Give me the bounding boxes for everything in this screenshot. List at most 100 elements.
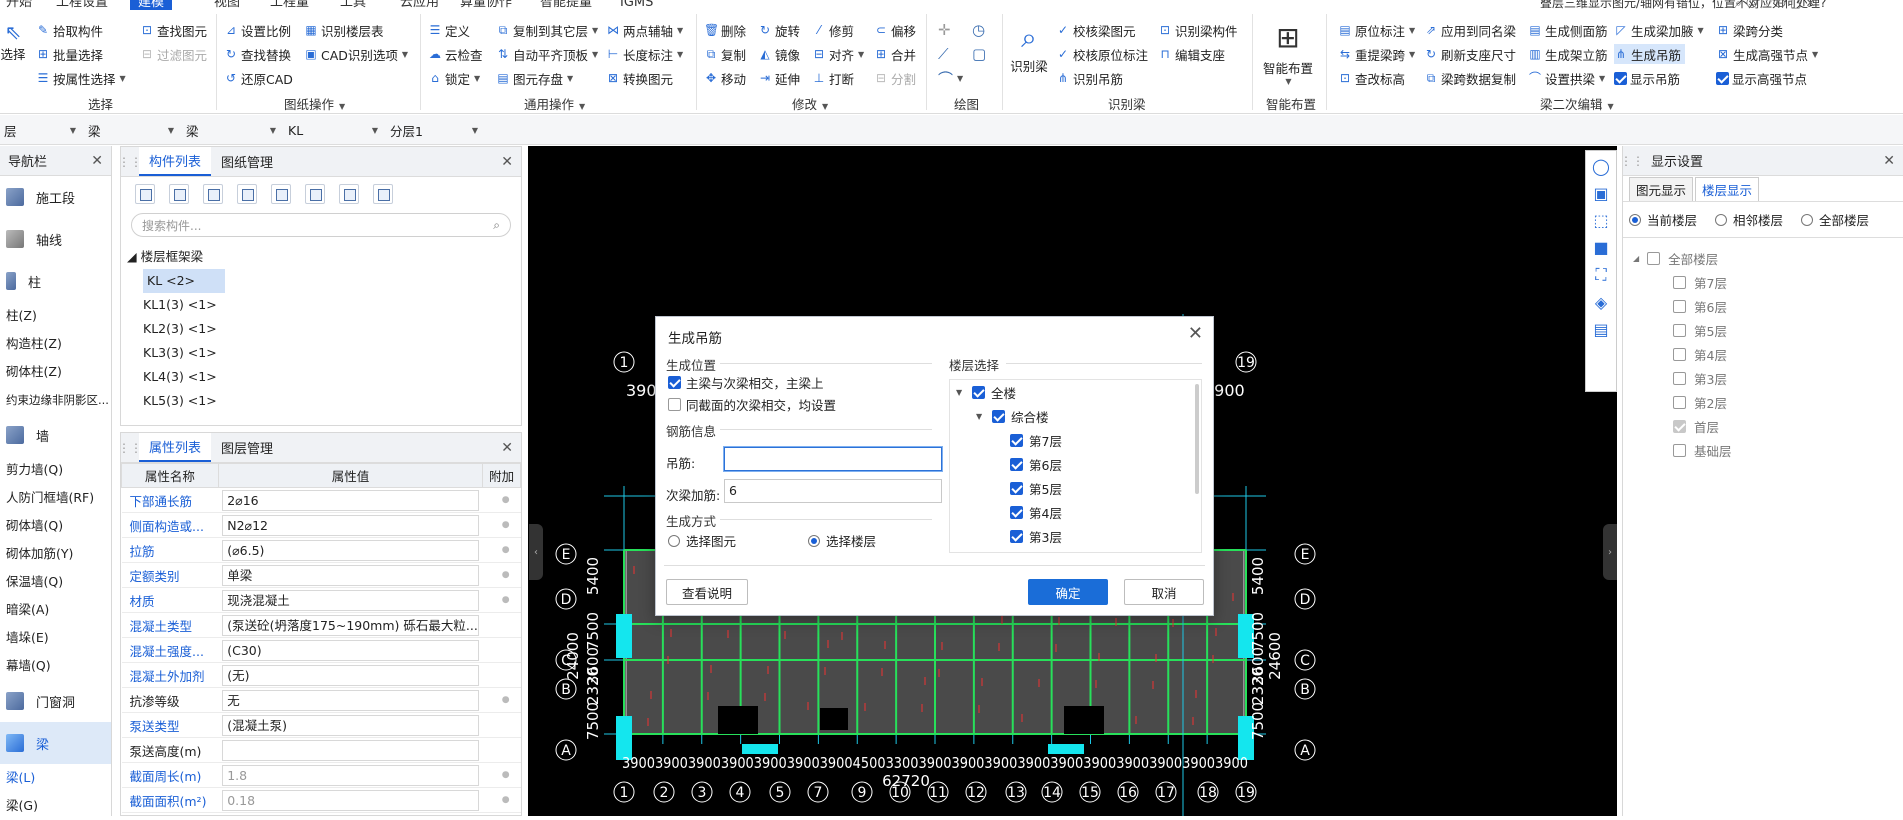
span-data-copy-button[interactable]: ⧉ 梁跨数据复制 — [1424, 68, 1516, 88]
fit-view-icon[interactable]: ⛶ — [1595, 265, 1606, 285]
define-button[interactable]: ☰ 定义 — [428, 20, 470, 40]
menu-project-settings[interactable]: 工程设置 — [56, 0, 108, 10]
floor-checkbox[interactable] — [1673, 347, 1686, 361]
menu-quantity[interactable]: 工程量 — [270, 0, 309, 10]
floor-checkbox[interactable] — [1673, 275, 1686, 289]
opt1-checkbox[interactable] — [668, 376, 681, 389]
nav-cat-wall[interactable]: 墙 — [0, 414, 111, 456]
floor-checkbox[interactable] — [1673, 371, 1686, 385]
length-mark-button[interactable]: ⊢ 长度标注 ▼ — [606, 44, 683, 64]
recognize-beam-comp-button[interactable]: ⊡ 识别梁构件 — [1158, 20, 1238, 40]
property-row[interactable]: 抗渗等级无 ● — [121, 687, 521, 713]
set-ratio-button[interactable]: ⊿ 设置比例 — [224, 20, 291, 40]
tree-item[interactable]: KL3(3) <1> — [121, 341, 521, 365]
list-icon[interactable] — [339, 184, 359, 204]
extend-button[interactable]: ⇥ 延伸 — [758, 68, 800, 88]
new-component-icon[interactable] — [135, 184, 155, 204]
edit-support-button[interactable]: ⊓ 编辑支座 — [1158, 44, 1225, 64]
check-orig-button[interactable]: ✓ 校核原位标注 — [1056, 44, 1148, 64]
break-button[interactable]: ⊥ 打断 — [812, 68, 854, 88]
side-rebar-button[interactable]: ▤ 生成侧面筋 — [1528, 20, 1607, 40]
tree-item[interactable]: KL1(3) <1> — [121, 293, 521, 317]
ftree-row[interactable]: 第5层 — [950, 476, 1201, 500]
floor-item[interactable]: 第4层 — [1633, 342, 1903, 366]
tab-element-display[interactable]: 图元显示 — [1629, 177, 1694, 201]
opt-same-section[interactable]: 同截面的次梁相交，均设置 — [668, 395, 836, 414]
tab-floor-display[interactable]: 楼层显示 — [1695, 177, 1760, 201]
tab-drawing-manage[interactable]: 图纸管理 — [211, 147, 283, 176]
floor-checkbox[interactable] — [1673, 395, 1686, 409]
grip-icon[interactable]: ⋮⋮ — [118, 147, 142, 176]
floor-checkbox[interactable] — [1673, 323, 1686, 337]
gen-stirrup-button[interactable]: ▥ 生成架立筋 — [1528, 44, 1607, 64]
collapse-left-handle[interactable]: ‹ — [529, 524, 543, 580]
move-button[interactable]: ✥ 移动 — [704, 68, 746, 88]
property-value[interactable]: (无) — [222, 664, 479, 686]
check-beam-button[interactable]: ✓ 校核梁图元 — [1056, 20, 1136, 40]
type2-select[interactable]: 梁 ▼ — [182, 119, 280, 141]
align-button[interactable]: ⊟ 对齐 ▼ — [812, 44, 864, 64]
collapse-right-handle[interactable]: › — [1603, 524, 1617, 580]
property-value[interactable]: (C30) — [222, 639, 479, 661]
property-row[interactable]: 混凝土类型 (泵送砼(坍落度175~190mm) 砾石最大粒... — [121, 612, 521, 638]
property-value[interactable]: 0.18 — [222, 789, 479, 811]
show-hanger-checkbox[interactable] — [1614, 71, 1627, 85]
extra-rebar-input[interactable]: 6 — [724, 479, 942, 503]
show-high-node-toggle[interactable]: 显示高强节点 — [1716, 68, 1807, 88]
apply-same-button[interactable]: ⇗ 应用到同名梁 — [1424, 20, 1516, 40]
nav-item[interactable]: 暗梁(A) — [0, 596, 111, 624]
floor-item[interactable]: 第3层 — [1633, 366, 1903, 390]
property-row[interactable]: 泵送高度(m) — [121, 737, 521, 763]
floor-checkbox[interactable] — [1647, 251, 1661, 265]
nav-item[interactable]: 约束边缘非阴影区... — [0, 386, 111, 414]
cloud-check-button[interactable]: ☁ 云检查 — [428, 44, 483, 64]
nav-cat-column[interactable]: 柱 — [0, 260, 111, 302]
span-class-button[interactable]: ⊞ 梁跨分类 — [1716, 20, 1783, 40]
element-save-button[interactable]: ▤ 图元存盘 ▼ — [496, 68, 573, 88]
recognize-hanger-button[interactable]: ⋔ 识别吊筋 — [1056, 68, 1123, 88]
recognize-beam-big-button[interactable]: ⌕ 识别梁 — [1008, 20, 1050, 75]
ok-button[interactable]: 确定 — [1028, 579, 1108, 605]
copy-to-floor-button[interactable]: ⧉ 复制到其它层 ▼ — [496, 20, 598, 40]
close-icon[interactable]: ✕ — [501, 154, 513, 170]
ftree-row[interactable]: ▼ 全楼 — [950, 380, 1201, 404]
find-element-button[interactable]: ⊡ 查找图元 — [140, 20, 207, 40]
radio-all-floors[interactable]: 全部楼层 — [1801, 210, 1869, 229]
menu-cloud[interactable]: 云应用 — [400, 0, 439, 10]
floor-checkbox[interactable] — [1673, 299, 1686, 313]
floor-checkbox[interactable] — [1673, 443, 1686, 457]
copy-component-icon[interactable] — [169, 184, 189, 204]
property-value[interactable]: 1.8 — [222, 764, 479, 786]
restore-cad-button[interactable]: ↺ 还原CAD — [224, 68, 293, 88]
menu-modeling[interactable]: 建模 — [130, 0, 173, 10]
property-row[interactable]: 下部通长筋 2⌀16 ● — [121, 487, 521, 513]
radio-select-floor[interactable]: 选择楼层 — [808, 531, 876, 550]
layer-select[interactable]: 层 ▼ — [0, 119, 80, 141]
property-value[interactable]: (混凝土泵) — [222, 714, 479, 736]
property-value[interactable]: 2⌀16 — [222, 489, 479, 511]
merge-button[interactable]: ⊞ 合并 — [874, 44, 916, 64]
chevron-down-icon[interactable]: ▼ — [339, 102, 345, 111]
mirror-button[interactable]: ◭ 镜像 — [758, 44, 800, 64]
copy-button[interactable]: ⧉ 复制 — [704, 44, 746, 64]
floor-item[interactable]: 第6层 — [1633, 294, 1903, 318]
close-icon[interactable]: ✕ — [91, 153, 103, 169]
ftree-row[interactable]: 第4层 — [950, 500, 1201, 524]
property-row[interactable]: 泵送类型 (混凝土泵) — [121, 712, 521, 738]
nav-cat-door[interactable]: 门窗洞 — [0, 680, 111, 722]
component-search-input[interactable]: 搜索构件... ⌕ — [131, 213, 511, 237]
floor-item[interactable]: 第7层 — [1633, 270, 1903, 294]
property-add-icon[interactable]: ● — [482, 487, 521, 513]
ftree-checkbox[interactable] — [1010, 457, 1023, 471]
floor-select[interactable]: 分层1 ▼ — [386, 119, 482, 141]
tab-component-list[interactable]: 构件列表 — [139, 147, 212, 176]
cancel-button[interactable]: 取消 — [1124, 579, 1204, 605]
3d-view-icon[interactable]: ▣ — [1593, 184, 1608, 203]
help-button[interactable]: 查看说明 — [666, 579, 748, 605]
batch-select-button[interactable]: ⊞ 批量选择 — [36, 44, 103, 64]
layer-view-icon[interactable]: ◈ — [1595, 293, 1607, 312]
nav-cat-beam[interactable]: 梁 — [0, 722, 111, 764]
check-height-button[interactable]: ⊡ 查改标高 — [1338, 68, 1405, 88]
property-row[interactable]: 材质 现浇混凝土 ● — [121, 587, 521, 613]
tab-property-list[interactable]: 属性列表 — [139, 433, 212, 462]
